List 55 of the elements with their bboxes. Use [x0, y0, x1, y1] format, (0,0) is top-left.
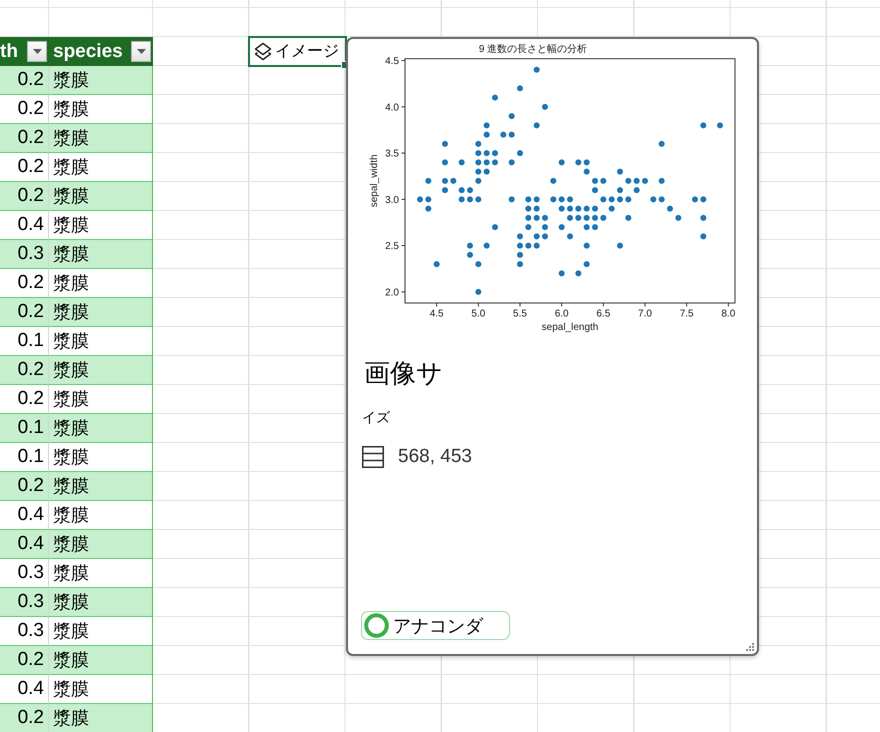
- table-cell: 漿膜: [49, 124, 153, 153]
- table-cell: 0.2: [0, 704, 49, 732]
- table-cell: 0.3: [0, 588, 49, 617]
- table-cell: 0.2: [0, 124, 49, 153]
- tick-label: 2.0: [385, 287, 399, 298]
- table-cell: 0.2: [0, 472, 49, 501]
- table-cell: 0.4: [0, 530, 49, 559]
- table-cell: 漿膜: [49, 588, 153, 617]
- environment-name: アナコンダ: [393, 614, 483, 638]
- tick-label: 4.5: [430, 308, 444, 320]
- tick-label: 3.0: [385, 194, 399, 206]
- table-cell: 漿膜: [49, 240, 153, 269]
- filter-button[interactable]: [27, 41, 47, 62]
- table-cell: 0.1: [0, 414, 49, 443]
- tick-label: 5.0: [471, 308, 486, 320]
- tick-label: 8.0: [721, 308, 736, 320]
- card-title: 画像サ: [364, 357, 443, 390]
- image-dimensions: 568, 453: [398, 446, 472, 468]
- table-cell: 漿膜: [49, 182, 153, 211]
- tick-label: 5.5: [513, 308, 527, 320]
- table-cell: 漿膜: [49, 66, 153, 95]
- table-cell: 0.2: [0, 298, 49, 327]
- x-axis-label: sepal_length: [542, 322, 598, 333]
- table-cell: 漿膜: [49, 646, 153, 675]
- rows-icon: [362, 446, 384, 468]
- caret-icon: [136, 49, 146, 54]
- table-cell: 0.2: [0, 182, 49, 211]
- tick-label: 6.0: [554, 308, 569, 320]
- tick-label: 7.0: [638, 308, 652, 320]
- table-cell: 0.2: [0, 66, 49, 95]
- chart-title: 9 進数の長さと幅の分析: [478, 44, 588, 55]
- table-cell: 漿膜: [49, 530, 153, 559]
- tick-label: 4.5: [385, 56, 399, 68]
- card-subtitle: イズ: [362, 408, 390, 427]
- tick-label: 7.5: [680, 308, 694, 320]
- layers-icon: [254, 42, 272, 62]
- table-cell: 漿膜: [49, 298, 153, 327]
- ring-icon: [364, 613, 389, 638]
- table-cell: 漿膜: [49, 414, 153, 443]
- table-cell: 0.2: [0, 646, 49, 675]
- caret-icon: [32, 49, 42, 54]
- column-header-text: th: [0, 40, 18, 62]
- filter-button[interactable]: [131, 41, 151, 62]
- table-cell: 0.2: [0, 356, 49, 385]
- tick-label: 2.5: [385, 241, 399, 252]
- table-cell: 漿膜: [49, 704, 153, 732]
- table-cell: 漿膜: [49, 356, 153, 385]
- column-header-text: species: [53, 40, 123, 62]
- tick-label: 3.5: [385, 148, 399, 160]
- resize-grip-icon[interactable]: [746, 643, 755, 652]
- tick-label: 4.0: [385, 102, 399, 114]
- table-cell: 0.3: [0, 240, 49, 269]
- tick-label: 6.5: [596, 308, 610, 320]
- table-cell: 漿膜: [49, 472, 153, 501]
- y-axis-label: sepal_width: [369, 154, 380, 208]
